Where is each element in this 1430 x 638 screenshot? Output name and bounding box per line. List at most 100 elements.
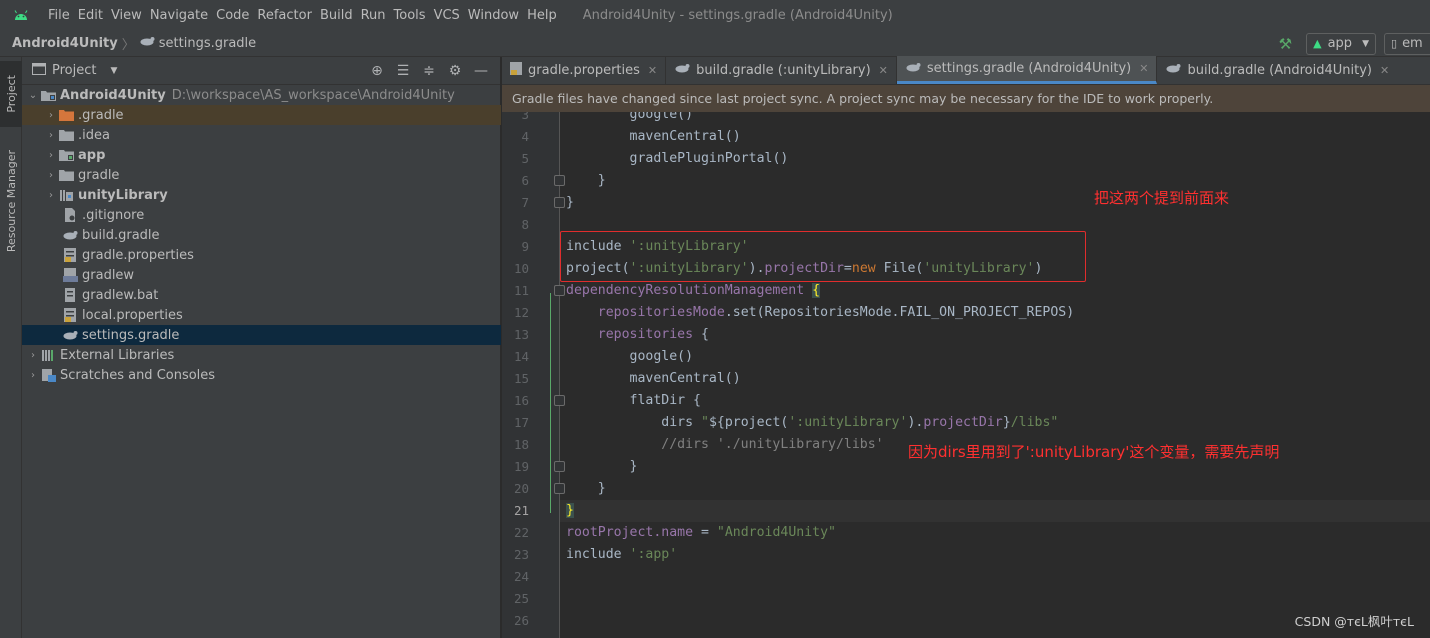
menu-navigate[interactable]: Navigate: [146, 8, 212, 23]
collapsed-arrow-icon[interactable]: ›: [26, 350, 40, 361]
line-number: 19: [513, 459, 529, 474]
code-line-4: mavenCentral(): [629, 129, 741, 144]
code-line-3: google(): [629, 112, 694, 122]
tab-gradle-properties[interactable]: gradle.properties ✕: [502, 56, 667, 84]
breadcrumb-file[interactable]: settings.gradle: [159, 36, 256, 51]
tab-project-tool-window[interactable]: Project: [0, 61, 22, 127]
fold-marker-icon[interactable]: [554, 175, 565, 186]
code-line-18: //dirs './unityLibrary/libs': [661, 437, 884, 452]
line-number: 12: [513, 305, 529, 320]
project-path: D:\workspace\AS_workspace\Android4Unity: [171, 87, 455, 103]
tree-item-idea[interactable]: › .idea: [22, 125, 501, 145]
menu-edit[interactable]: Edit: [74, 8, 107, 23]
run-config-label: app: [1327, 36, 1353, 51]
breadcrumb-project[interactable]: Android4Unity: [12, 36, 118, 51]
menu-view[interactable]: View: [107, 8, 146, 23]
menu-tools[interactable]: Tools: [390, 8, 430, 23]
tree-item-external-libraries[interactable]: › External Libraries: [22, 345, 501, 365]
tab-build-gradle-unitylibrary[interactable]: build.gradle (:unityLibrary) ✕: [666, 56, 897, 84]
fold-marker-icon[interactable]: [554, 395, 565, 406]
project-view-icon: [32, 62, 46, 79]
project-panel-title: Project: [52, 63, 97, 78]
tab-build-gradle-root[interactable]: build.gradle (Android4Unity) ✕: [1157, 56, 1397, 84]
expand-all-icon[interactable]: ☰: [390, 63, 416, 79]
line-number: 4: [521, 129, 529, 144]
editor-tab-bar: gradle.properties ✕ build.gradle (:unity…: [502, 56, 1430, 85]
tree-item-build-gradle[interactable]: build.gradle: [22, 225, 501, 245]
gradle-icon: [62, 328, 78, 342]
tree-item-app[interactable]: › app: [22, 145, 501, 165]
menu-run[interactable]: Run: [357, 8, 390, 23]
collapsed-arrow-icon[interactable]: ›: [44, 110, 58, 121]
tree-item-gradlew-bat[interactable]: gradlew.bat: [22, 285, 501, 305]
collapsed-arrow-icon[interactable]: ›: [44, 150, 58, 161]
tree-item-gradle[interactable]: › gradle: [22, 165, 501, 185]
device-select[interactable]: ▯ em: [1384, 32, 1430, 55]
tree-item-label: gradle.properties: [82, 247, 194, 263]
menu-help[interactable]: Help: [523, 8, 561, 23]
line-number: 18: [513, 437, 529, 452]
code-line-15: mavenCentral(): [629, 371, 741, 386]
menu-refactor[interactable]: Refactor: [253, 8, 316, 23]
scratches-icon: [40, 368, 56, 382]
tree-item-gitignore[interactable]: .gitignore: [22, 205, 501, 225]
properties-icon: [62, 248, 78, 262]
tree-item-root[interactable]: ⌄ Android4Unity D:\workspace\AS_workspac…: [22, 85, 501, 105]
close-icon[interactable]: ✕: [1380, 64, 1389, 77]
folder-orange-icon: [58, 108, 74, 122]
menu-build[interactable]: Build: [316, 8, 357, 23]
tree-item-label: unityLibrary: [78, 187, 168, 203]
tab-label: build.gradle (Android4Unity): [1187, 62, 1372, 78]
tree-item-gradle-properties[interactable]: gradle.properties: [22, 245, 501, 265]
hide-panel-icon[interactable]: —: [468, 63, 494, 79]
tree-item-gradle-cache[interactable]: › .gradle: [22, 105, 501, 125]
annotation-note-declare-first: 因为dirs里用到了':unityLibrary'这个变量，需要先声明: [908, 443, 1280, 461]
library-icon: [40, 348, 56, 362]
tab-label: settings.gradle (Android4Unity): [926, 61, 1132, 76]
folder-icon: [58, 168, 74, 182]
select-opened-file-icon[interactable]: ⊕: [364, 63, 390, 79]
view-mode-dropdown-icon[interactable]: ▼: [110, 66, 117, 76]
line-number: 8: [521, 217, 529, 232]
code-editor[interactable]: 3 4 5 6 7 8 9 10 11 12 13 14 15 16 17 18…: [502, 112, 1430, 638]
code-line-12: repositoriesMode.set(RepositoriesMode.FA…: [597, 305, 1075, 320]
collapsed-arrow-icon[interactable]: ›: [44, 170, 58, 181]
close-icon[interactable]: ✕: [879, 64, 888, 77]
fold-marker-icon[interactable]: [554, 285, 565, 296]
collapsed-arrow-icon[interactable]: ›: [44, 130, 58, 141]
menu-code[interactable]: Code: [212, 8, 253, 23]
tree-item-settings-gradle[interactable]: settings.gradle: [22, 325, 501, 345]
tree-item-label: local.properties: [82, 307, 183, 323]
expanded-arrow-icon[interactable]: ⌄: [26, 90, 40, 101]
line-number-gutter: 3 4 5 6 7 8 9 10 11 12 13 14 15 16 17 18…: [502, 112, 560, 638]
fold-marker-icon[interactable]: [554, 197, 565, 208]
module-folder-icon: [40, 88, 56, 102]
collapse-all-icon[interactable]: ≑: [416, 63, 442, 79]
menu-window[interactable]: Window: [464, 8, 523, 23]
menu-vcs[interactable]: VCS: [430, 8, 464, 23]
tree-item-gradlew[interactable]: gradlew: [22, 265, 501, 285]
menu-file[interactable]: File: [44, 8, 74, 23]
line-number: 9: [521, 239, 529, 254]
code-line-14: google(): [629, 349, 694, 364]
tab-resource-manager[interactable]: Resource Manager: [0, 141, 22, 261]
tree-item-scratches[interactable]: › Scratches and Consoles: [22, 365, 501, 385]
collapsed-arrow-icon[interactable]: ›: [44, 190, 58, 201]
tree-item-label: gradle: [78, 167, 120, 183]
build-hammer-icon[interactable]: ⚒: [1279, 35, 1292, 53]
fold-marker-icon[interactable]: [554, 461, 565, 472]
tab-settings-gradle[interactable]: settings.gradle (Android4Unity) ✕: [896, 56, 1158, 84]
close-icon[interactable]: ✕: [1139, 62, 1148, 75]
tab-label: build.gradle (:unityLibrary): [696, 62, 871, 78]
annotation-highlight-box: [560, 231, 1086, 282]
line-number: 13: [513, 327, 529, 342]
fold-marker-icon[interactable]: [554, 483, 565, 494]
close-icon[interactable]: ✕: [648, 64, 657, 77]
gear-icon[interactable]: ⚙: [442, 63, 468, 79]
tree-item-local-properties[interactable]: local.properties: [22, 305, 501, 325]
tree-item-label: Scratches and Consoles: [60, 367, 216, 383]
collapsed-arrow-icon[interactable]: ›: [26, 370, 40, 381]
tree-item-unitylibrary[interactable]: › unityLibrary: [22, 185, 501, 205]
run-config-select[interactable]: ▲ app ▼: [1306, 32, 1376, 55]
run-toolbar: ⚒ ▲ app ▼ ▯ em: [1279, 30, 1430, 57]
